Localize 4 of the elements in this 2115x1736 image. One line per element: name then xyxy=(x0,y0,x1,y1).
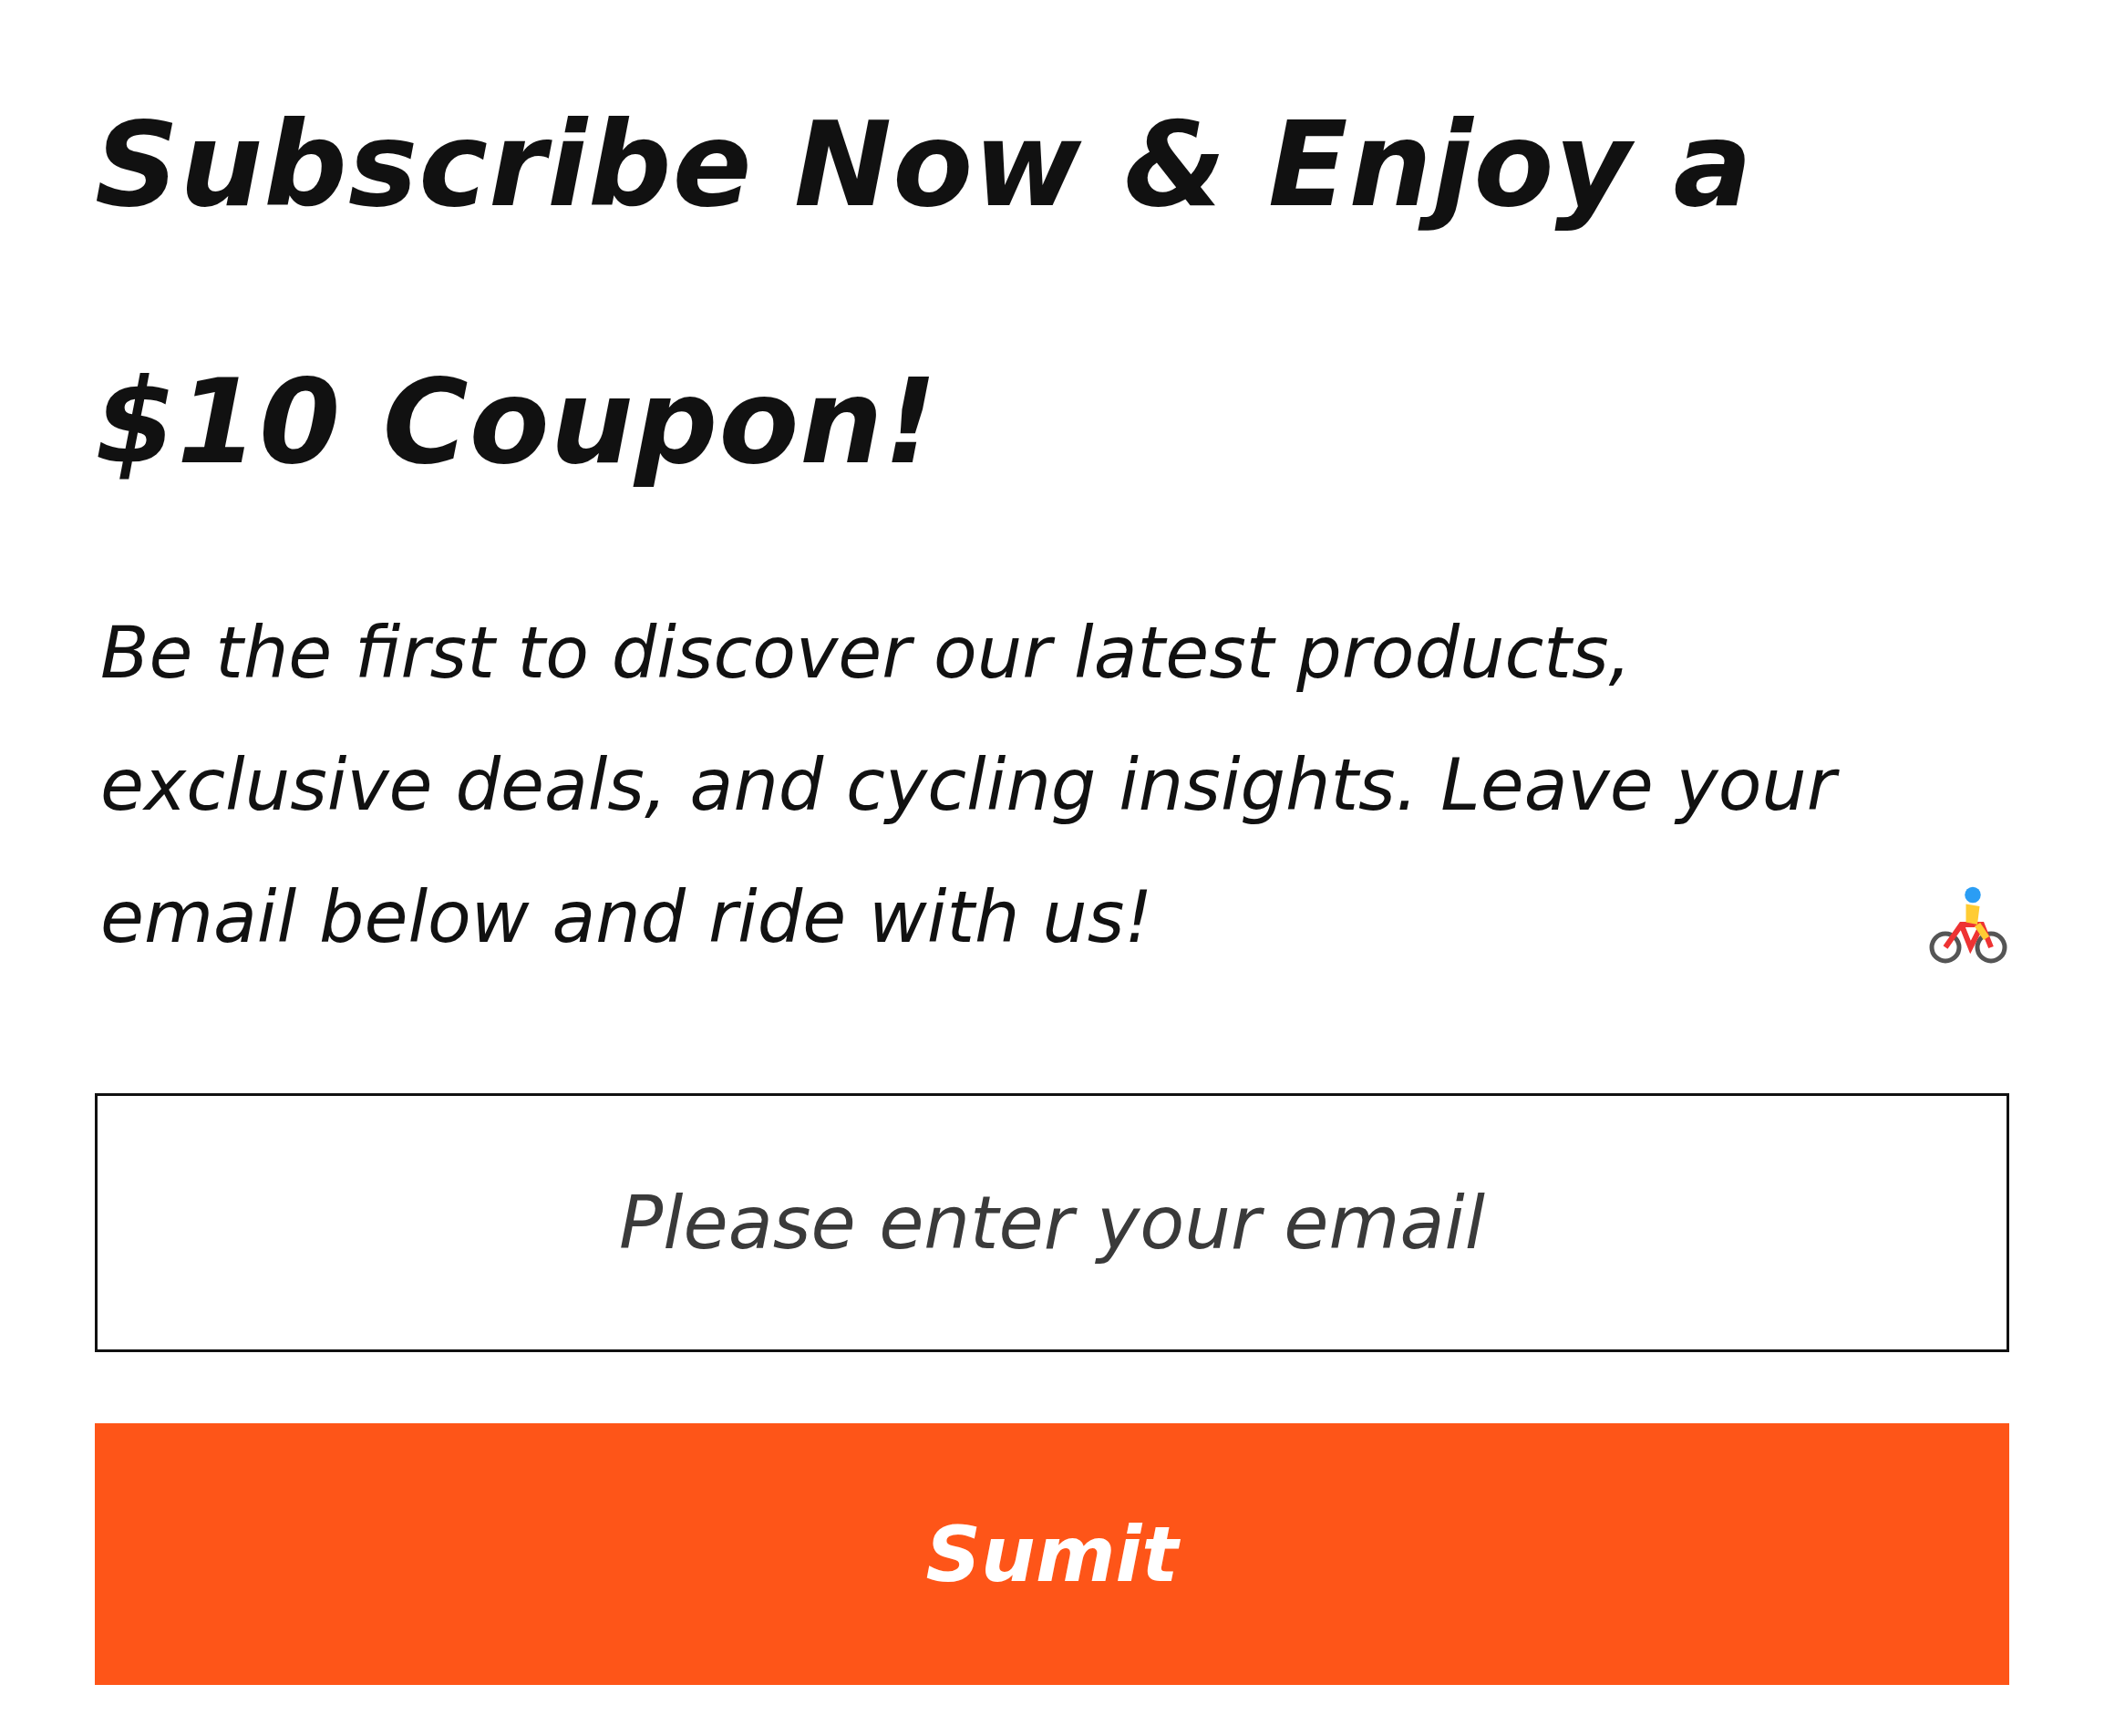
intro-text: Be the first to discover our latest products, exclusive deals, and cycling insights. Leave your email below and ride with us! xyxy=(100,587,1904,984)
submit-button[interactable]: Sumit xyxy=(95,1423,2009,1685)
email-field[interactable]: Please enter your email xyxy=(95,1093,2009,1352)
heading: Subscribe Now & Enjoy a $10 Coupon! xyxy=(95,96,1754,491)
